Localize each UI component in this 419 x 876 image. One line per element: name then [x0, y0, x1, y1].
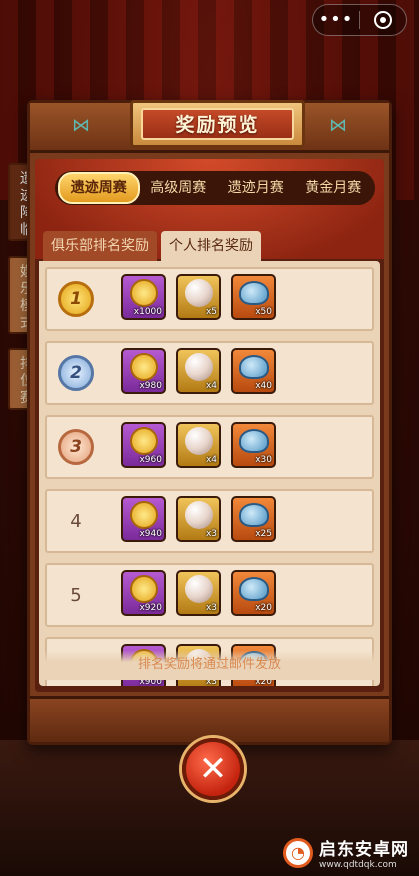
mail-delivery-note: 排名奖励将通过邮件发放 [39, 650, 380, 680]
pearl-icon [184, 279, 213, 307]
reward-item[interactable]: x960 [121, 422, 166, 468]
item-quantity: x25 [255, 529, 272, 539]
reward-row: 2 x980 x4 x40 [45, 341, 374, 405]
shell-icon [238, 577, 269, 601]
rank-cell: 4 [47, 491, 105, 551]
item-quantity: x940 [139, 529, 162, 539]
watermark-title: 启东安卓网 [319, 840, 409, 860]
site-watermark: ◔ 启东安卓网 www.qdtdqk.com [283, 835, 409, 870]
reward-item[interactable]: x980 [121, 348, 166, 394]
reward-type-tabs: 俱乐部排名奖励 个人排名奖励 [43, 231, 261, 261]
tab-club-ranking[interactable]: 俱乐部排名奖励 [43, 231, 157, 261]
reward-preview-panel: ⋈ ⋈ 奖励预览 遗迹周赛 高级周赛 遗迹月赛 黄金月赛 俱乐部排名奖励 个人排… [27, 100, 392, 745]
reward-row: 5 x920 x3 x20 [45, 563, 374, 627]
item-quantity: x4 [205, 381, 217, 391]
item-quantity: x920 [139, 603, 162, 613]
item-quantity: x3 [205, 603, 217, 613]
rank-number: 4 [70, 510, 82, 532]
item-quantity: x4 [205, 455, 217, 465]
pearl-icon [184, 501, 213, 529]
shell-icon [238, 281, 269, 305]
reward-item[interactable]: x3 [176, 496, 221, 542]
rank-number: 5 [70, 584, 82, 606]
close-button[interactable]: ✕ [182, 738, 244, 800]
item-quantity: x40 [255, 381, 272, 391]
coin-icon [129, 353, 158, 381]
mini-program-capsule: ••• [312, 4, 407, 36]
item-quantity: x1000 [133, 307, 162, 317]
close-miniprogram-button[interactable] [360, 11, 406, 29]
target-icon [374, 11, 392, 29]
title-plate: 奖励预览 [130, 100, 305, 148]
reward-row: 4 x940 x3 x25 [45, 489, 374, 553]
reward-item[interactable]: x20 [231, 570, 276, 616]
rank-cell: 1 [47, 269, 105, 329]
coin-icon [129, 501, 158, 529]
reward-item[interactable]: x1000 [121, 274, 166, 320]
shell-icon [238, 429, 269, 453]
item-quantity: x20 [255, 603, 272, 613]
tab-relic-weekly[interactable]: 遗迹周赛 [58, 172, 140, 204]
reward-row: 3 x960 x4 x30 [45, 415, 374, 479]
tab-personal-ranking[interactable]: 个人排名奖励 [161, 231, 261, 261]
more-menu-button[interactable]: ••• [313, 6, 359, 34]
watermark-url: www.qdtdqk.com [319, 860, 397, 870]
watermark-logo-icon: ◔ [283, 837, 313, 868]
rank-cell: 2 [47, 343, 105, 403]
fish-icon: ⋈ [72, 115, 90, 136]
tab-advanced-weekly[interactable]: 高级周赛 [140, 174, 218, 202]
panel-content: 遗迹周赛 高级周赛 遗迹月赛 黄金月赛 俱乐部排名奖励 个人排名奖励 1 x10… [35, 159, 384, 692]
tab-gold-monthly[interactable]: 黄金月赛 [295, 174, 373, 202]
pearl-icon [184, 353, 213, 381]
item-quantity: x5 [205, 307, 217, 317]
page-title: 奖励预览 [141, 108, 294, 140]
gold-medal-icon: 1 [58, 281, 94, 317]
pearl-icon [184, 427, 213, 455]
coin-icon [129, 575, 158, 603]
shell-icon [238, 355, 269, 379]
reward-item[interactable]: x5 [176, 274, 221, 320]
reward-item[interactable]: x40 [231, 348, 276, 394]
reward-item[interactable]: x920 [121, 570, 166, 616]
item-quantity: x50 [255, 307, 272, 317]
reward-item[interactable]: x940 [121, 496, 166, 542]
item-quantity: x3 [205, 529, 217, 539]
reward-item[interactable]: x50 [231, 274, 276, 320]
coin-icon [129, 279, 158, 307]
silver-medal-icon: 2 [58, 355, 94, 391]
fish-icon: ⋈ [329, 115, 347, 136]
reward-item[interactable]: x4 [176, 422, 221, 468]
item-quantity: x980 [139, 381, 162, 391]
tab-relic-monthly[interactable]: 遗迹月赛 [217, 174, 295, 202]
reward-item[interactable]: x3 [176, 570, 221, 616]
reward-item[interactable]: x4 [176, 348, 221, 394]
rank-cell: 5 [47, 565, 105, 625]
item-quantity: x960 [139, 455, 162, 465]
coin-icon [129, 427, 158, 455]
pearl-icon [184, 575, 213, 603]
reward-list[interactable]: 1 x1000 x5 x50 2 x980 x4 x40 3 x960 x4 x… [39, 261, 380, 686]
shell-icon [238, 503, 269, 527]
rank-cell: 3 [47, 417, 105, 477]
reward-row: 1 x1000 x5 x50 [45, 267, 374, 331]
bronze-medal-icon: 3 [58, 429, 94, 465]
period-tab-bar: 遗迹周赛 高级周赛 遗迹月赛 黄金月赛 [55, 171, 375, 205]
panel-footer [30, 696, 389, 742]
reward-item[interactable]: x30 [231, 422, 276, 468]
item-quantity: x30 [255, 455, 272, 465]
reward-item[interactable]: x25 [231, 496, 276, 542]
